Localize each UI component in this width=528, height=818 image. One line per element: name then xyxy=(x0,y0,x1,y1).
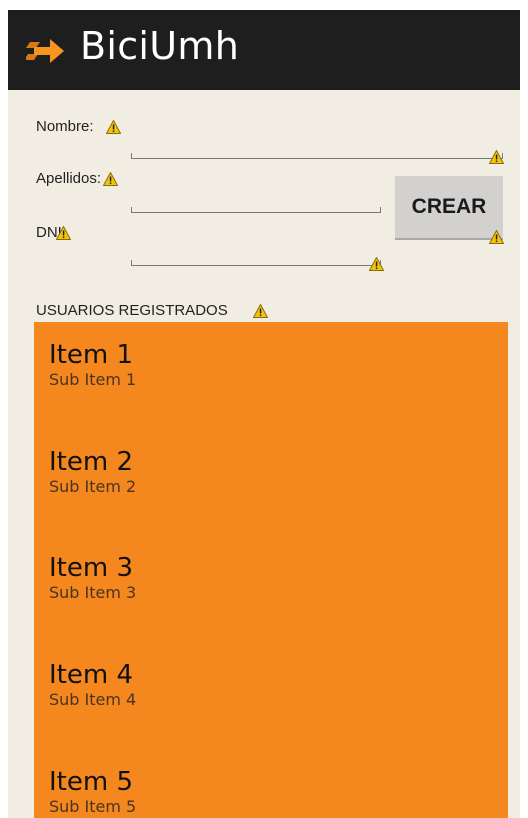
app-screen: BiciUmh Nombre: Apellidos: DNI: CREAR US… xyxy=(8,10,520,818)
list-item-subtitle: Sub Item 4 xyxy=(49,690,137,709)
list-item-subtitle: Sub Item 5 xyxy=(49,797,137,816)
nombre-input[interactable] xyxy=(132,140,502,156)
warning-icon xyxy=(489,230,504,244)
dni-field[interactable] xyxy=(131,247,381,266)
list-item-title: Item 4 xyxy=(49,660,133,690)
list-item[interactable]: Item 3 Sub Item 3 xyxy=(49,553,136,603)
list-item[interactable]: Item 2 Sub Item 2 xyxy=(49,447,136,497)
list-item-subtitle: Sub Item 1 xyxy=(49,370,137,389)
list-item-title: Item 2 xyxy=(49,447,133,477)
warning-icon xyxy=(56,226,71,240)
list-item-title: Item 5 xyxy=(49,767,133,797)
list-item-title: Item 3 xyxy=(49,553,133,583)
nombre-label: Nombre: xyxy=(36,118,94,135)
list-item-title: Item 1 xyxy=(49,340,133,370)
warning-icon xyxy=(106,120,121,134)
list-item-subtitle: Sub Item 2 xyxy=(49,477,137,496)
warning-icon xyxy=(103,172,118,186)
list-item[interactable]: Item 4 Sub Item 4 xyxy=(49,660,136,710)
apellidos-label: Apellidos: xyxy=(36,170,102,187)
apellidos-field[interactable] xyxy=(131,194,381,213)
list-item-subtitle: Sub Item 3 xyxy=(49,583,137,602)
list-item[interactable]: Item 1 Sub Item 1 xyxy=(49,340,136,390)
app-title: BiciUmh xyxy=(80,24,240,68)
warning-icon xyxy=(369,257,384,271)
warning-icon xyxy=(253,304,268,318)
nombre-field[interactable] xyxy=(131,140,503,159)
users-list[interactable]: Item 1 Sub Item 1 Item 2 Sub Item 2 Item… xyxy=(34,322,508,818)
apellidos-input[interactable] xyxy=(132,194,380,210)
action-bar: BiciUmh xyxy=(8,10,520,90)
dni-input[interactable] xyxy=(132,247,380,263)
crear-button[interactable]: CREAR xyxy=(395,176,503,240)
list-item[interactable]: Item 5 Sub Item 5 xyxy=(49,767,136,817)
warning-icon xyxy=(489,150,504,164)
arrow-right-icon xyxy=(26,39,64,63)
usuarios-registrados-label: USUARIOS REGISTRADOS xyxy=(36,302,228,319)
